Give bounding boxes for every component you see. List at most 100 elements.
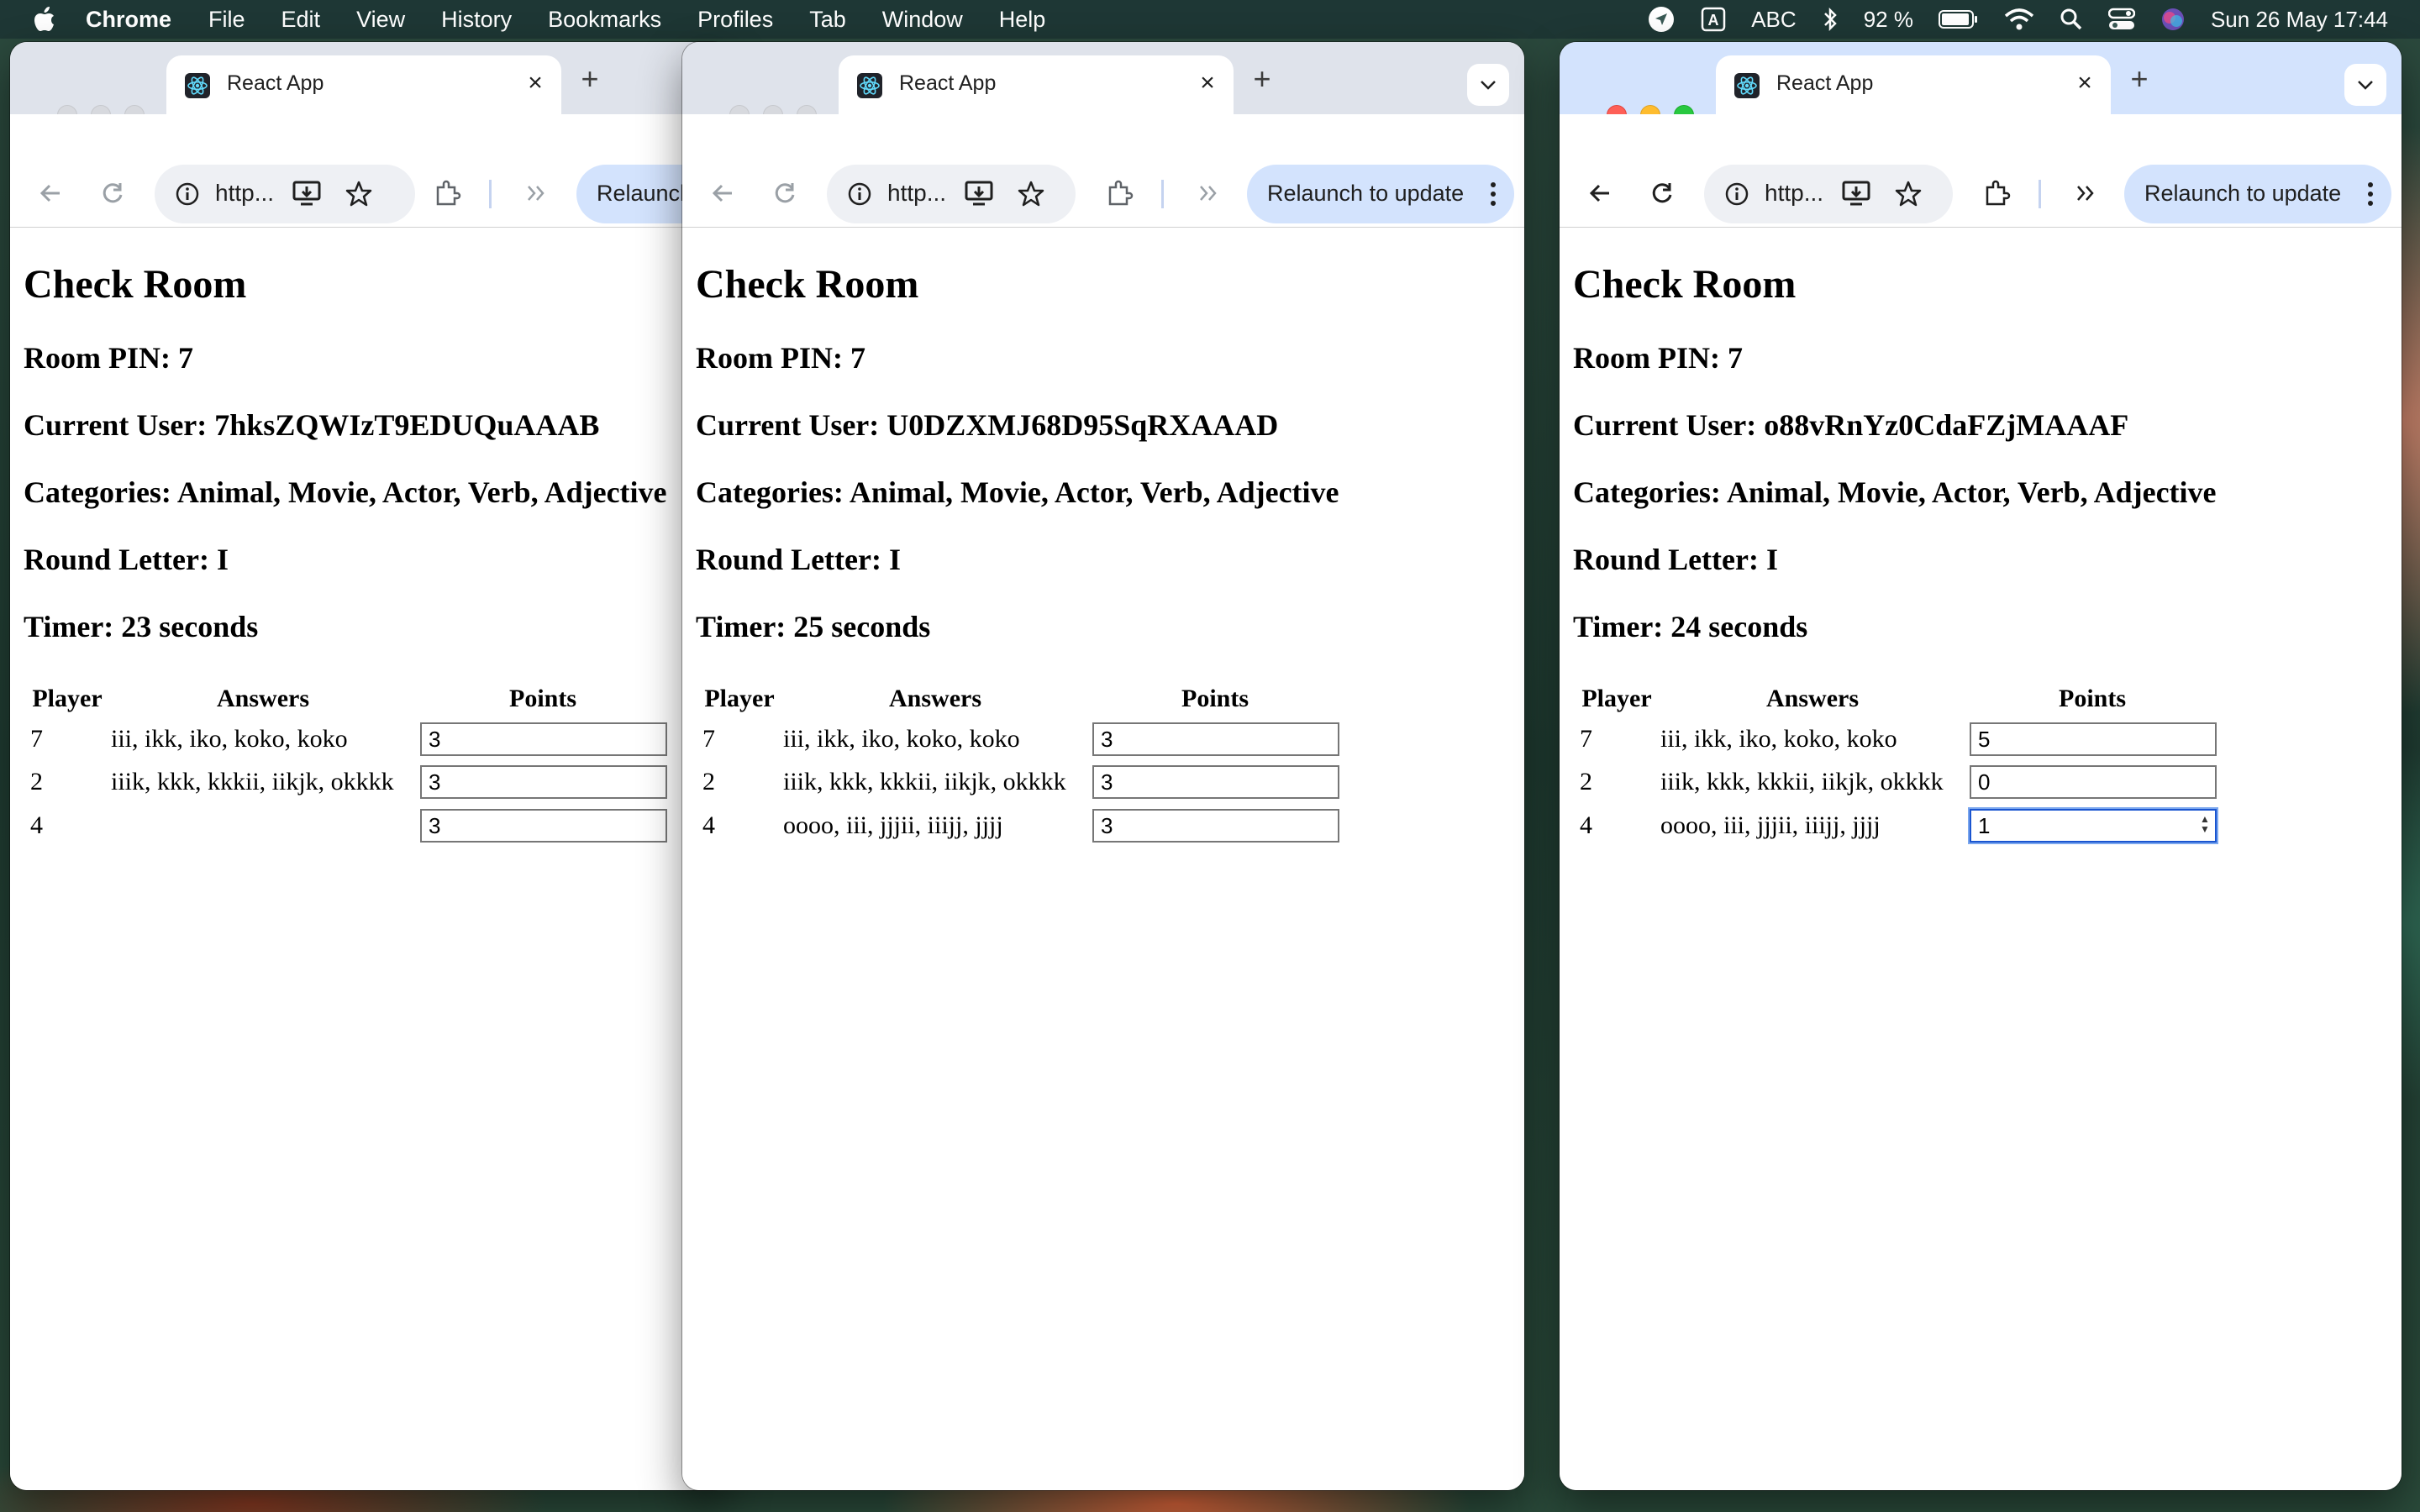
points-input[interactable] [420, 809, 667, 843]
room-pin: Room PIN: 7 [24, 341, 193, 375]
extensions-icon[interactable] [1101, 175, 1138, 212]
tab-strip: React App × + [682, 42, 1524, 125]
input-source-icon[interactable]: A [1701, 7, 1726, 32]
menu-view[interactable]: View [356, 7, 405, 33]
page-title: Check Room [24, 262, 247, 307]
timer: Timer: 23 seconds [24, 610, 259, 643]
reload-icon[interactable] [1644, 175, 1681, 212]
site-info-icon[interactable] [175, 181, 200, 207]
site-info-icon[interactable] [1724, 181, 1749, 207]
reload-icon[interactable] [766, 175, 803, 212]
col-header-answers: Answers [1766, 685, 1859, 712]
points-input[interactable] [1092, 809, 1339, 843]
categories: Categories: Animal, Movie, Actor, Verb, … [1573, 475, 2217, 509]
chevron-overflow-icon[interactable] [1190, 175, 1227, 212]
menu-tab[interactable]: Tab [809, 7, 846, 33]
round-letter: Round Letter: I [24, 543, 229, 576]
player-cell: 2 [1580, 768, 1592, 795]
address-bar[interactable]: http... [827, 165, 1076, 223]
menu-profiles[interactable]: Profiles [697, 7, 773, 33]
answers-cell: iiik, kkk, kkkii, iikjk, okkkk [1660, 768, 1944, 795]
chevron-overflow-icon[interactable] [518, 175, 555, 212]
tab-title: React App [1776, 71, 1874, 95]
wifi-icon[interactable] [2004, 8, 2034, 31]
back-arrow-icon[interactable] [1581, 175, 1618, 212]
siri-icon[interactable] [2160, 7, 2186, 32]
chevron-overflow-icon[interactable] [2067, 175, 2104, 212]
tab-close-icon[interactable]: × [523, 69, 548, 97]
extensions-icon[interactable] [429, 175, 466, 212]
url-text[interactable]: http... [215, 180, 274, 207]
url-text[interactable]: http... [1765, 180, 1823, 207]
control-center-icon[interactable] [2107, 8, 2135, 31]
menu-clock[interactable]: Sun 26 May 17:44 [2211, 7, 2388, 33]
points-input[interactable] [1970, 765, 2217, 799]
points-input[interactable] [1092, 765, 1339, 799]
points-input[interactable] [1968, 807, 2218, 844]
more-menu-icon[interactable] [2366, 181, 2375, 207]
location-arrow-icon[interactable] [1647, 5, 1676, 34]
browser-toolbar: http... Relaunch to update [682, 114, 1524, 228]
col-header-points: Points [508, 685, 577, 712]
player-cell: 7 [30, 725, 43, 753]
input-source-label[interactable]: ABC [1751, 7, 1796, 33]
new-tab-button[interactable]: + [1245, 61, 1279, 96]
site-info-icon[interactable] [847, 181, 872, 207]
new-tab-button[interactable]: + [2123, 61, 2156, 96]
menu-window[interactable]: Window [882, 7, 963, 33]
reload-icon[interactable] [94, 175, 131, 212]
bookmark-star-icon[interactable] [1894, 180, 1923, 208]
install-app-icon[interactable] [965, 180, 995, 208]
player-cell: 7 [702, 725, 715, 753]
more-menu-icon[interactable] [1489, 181, 1497, 207]
menu-file[interactable]: File [208, 7, 245, 33]
timer: Timer: 24 seconds [1573, 610, 1808, 643]
relaunch-button[interactable]: Relaunch to update [2124, 165, 2391, 223]
number-stepper-icon[interactable]: ▲ ▼ [2198, 814, 2212, 836]
new-tab-button[interactable]: + [573, 61, 607, 96]
bookmark-star-icon[interactable] [1017, 180, 1045, 208]
relaunch-button[interactable]: Relaunch to update [1247, 165, 1514, 223]
answers-cell: iiik, kkk, kkkii, iikjk, okkkk [783, 768, 1066, 795]
tab-close-icon[interactable]: × [2072, 69, 2097, 97]
bluetooth-icon[interactable] [1822, 7, 1839, 32]
current-user: Current User: U0DZXMJ68D95SqRXAAAD [696, 408, 1279, 442]
points-input[interactable] [420, 722, 667, 756]
round-letter: Round Letter: I [696, 543, 901, 576]
answers-cell: iii, ikk, iko, koko, koko [783, 725, 1020, 753]
address-bar[interactable]: http... [155, 165, 415, 223]
address-bar[interactable]: http... [1704, 165, 1953, 223]
relaunch-label: Relaunch to update [1267, 181, 1465, 206]
answers-cell: oooo, iii, jjjii, iiijj, jjjj [783, 811, 1003, 839]
tab-close-icon[interactable]: × [1195, 69, 1220, 97]
points-input[interactable] [1092, 722, 1339, 756]
extensions-icon[interactable] [1978, 175, 2015, 212]
apple-logo-icon[interactable] [32, 7, 57, 32]
bookmark-star-icon[interactable] [345, 180, 373, 208]
spotlight-search-icon[interactable] [2060, 8, 2083, 31]
col-header-points: Points [2058, 685, 2127, 712]
tab-search-button[interactable] [1467, 64, 1509, 106]
points-input[interactable] [1970, 722, 2217, 756]
menu-help[interactable]: Help [999, 7, 1046, 33]
back-arrow-icon[interactable] [32, 175, 69, 212]
install-app-icon[interactable] [1842, 180, 1872, 208]
points-input[interactable] [420, 765, 667, 799]
current-user: Current User: 7hksZQWIzT9EDUQuAAAB [24, 408, 600, 442]
page-title: Check Room [1573, 262, 1797, 307]
menu-edit[interactable]: Edit [281, 7, 321, 33]
tab-react-app[interactable]: React App × [166, 55, 561, 114]
install-app-icon[interactable] [292, 180, 323, 208]
tab-title: React App [227, 71, 324, 95]
answers-cell: iii, ikk, iko, koko, koko [1660, 725, 1897, 753]
tab-react-app[interactable]: React App × [1716, 55, 2111, 114]
tab-search-button[interactable] [2344, 64, 2386, 106]
battery-icon[interactable] [1938, 9, 1979, 29]
menu-app-name[interactable]: Chrome [86, 7, 171, 33]
menu-history[interactable]: History [441, 7, 512, 33]
toolbar-divider [1161, 180, 1164, 208]
url-text[interactable]: http... [887, 180, 946, 207]
tab-react-app[interactable]: React App × [839, 55, 1234, 114]
menu-bookmarks[interactable]: Bookmarks [548, 7, 661, 33]
back-arrow-icon[interactable] [704, 175, 741, 212]
